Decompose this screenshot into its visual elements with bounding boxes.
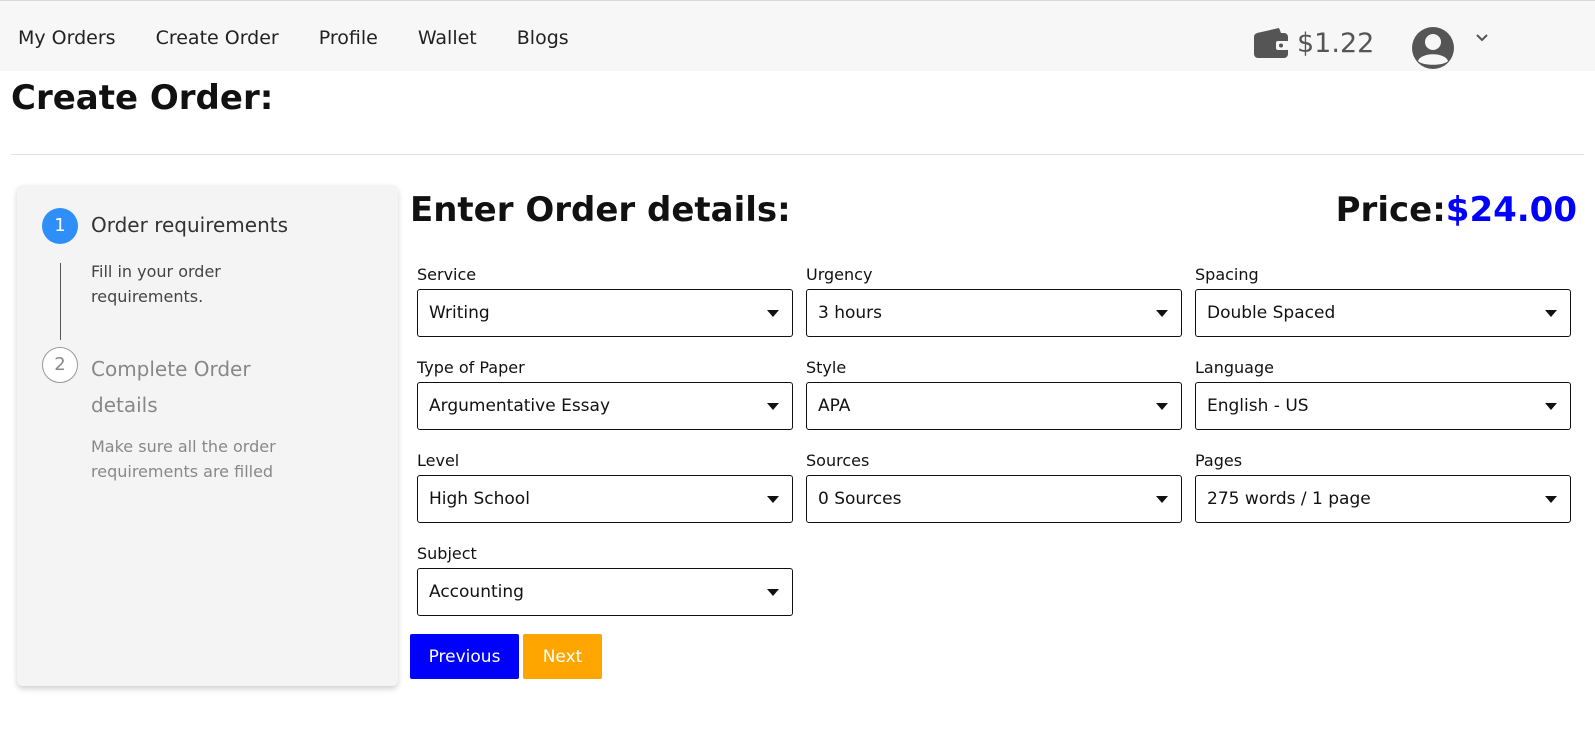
level-value: High School bbox=[429, 489, 530, 509]
step-1-indicator: 1 bbox=[42, 208, 78, 244]
urgency-label: Urgency bbox=[806, 265, 873, 284]
step-1-description: Fill in your order requirements. bbox=[91, 262, 221, 306]
main-nav: My Orders Create Order Profile Wallet Bl… bbox=[18, 27, 609, 49]
subject-field: Subject Accounting bbox=[417, 542, 793, 616]
service-label: Service bbox=[417, 265, 477, 284]
price-label: Price: bbox=[1335, 190, 1446, 230]
user-avatar-icon[interactable] bbox=[1411, 26, 1455, 70]
form-title: Enter Order details: bbox=[410, 190, 791, 230]
pages-value: 275 words / 1 page bbox=[1207, 489, 1371, 509]
wallet-balance[interactable]: $1.22 bbox=[1253, 27, 1374, 59]
style-field: Style APA bbox=[806, 356, 1182, 430]
caret-down-icon bbox=[767, 403, 779, 410]
subject-select[interactable]: Accounting bbox=[417, 568, 793, 616]
caret-down-icon bbox=[1156, 403, 1168, 410]
spacing-select[interactable]: Double Spaced bbox=[1195, 289, 1571, 337]
paper-type-label: Type of Paper bbox=[417, 358, 525, 377]
style-value: APA bbox=[818, 396, 851, 416]
paper-type-value: Argumentative Essay bbox=[429, 396, 611, 416]
service-value: Writing bbox=[429, 303, 490, 323]
order-stepper: 1 Order requirements Fill in your order … bbox=[17, 185, 398, 686]
language-value: English - US bbox=[1207, 396, 1309, 416]
step-2-description: Make sure all the order requirements are… bbox=[91, 437, 276, 481]
sources-label: Sources bbox=[806, 451, 870, 470]
language-select[interactable]: English - US bbox=[1195, 382, 1571, 430]
subject-label: Subject bbox=[417, 544, 477, 563]
style-label: Style bbox=[806, 358, 847, 377]
price-value: $24.00 bbox=[1445, 190, 1577, 230]
next-button[interactable]: Next bbox=[523, 634, 602, 679]
caret-down-icon bbox=[1545, 310, 1557, 317]
caret-down-icon bbox=[767, 589, 779, 596]
language-label: Language bbox=[1195, 358, 1274, 377]
pages-label: Pages bbox=[1195, 451, 1243, 470]
caret-down-icon bbox=[767, 310, 779, 317]
caret-down-icon bbox=[1156, 310, 1168, 317]
step-2-indicator: 2 bbox=[42, 347, 78, 383]
paper-type-field: Type of Paper Argumentative Essay bbox=[417, 356, 793, 430]
pages-field: Pages 275 words / 1 page bbox=[1195, 449, 1571, 523]
urgency-select[interactable]: 3 hours bbox=[806, 289, 1182, 337]
level-select[interactable]: High School bbox=[417, 475, 793, 523]
sources-value: 0 Sources bbox=[818, 489, 902, 509]
previous-button[interactable]: Previous bbox=[410, 634, 519, 679]
subject-value: Accounting bbox=[429, 582, 524, 602]
style-select[interactable]: APA bbox=[806, 382, 1182, 430]
step-2-title: Complete Order details bbox=[91, 357, 251, 417]
sources-select[interactable]: 0 Sources bbox=[806, 475, 1182, 523]
nav-profile[interactable]: Profile bbox=[319, 27, 378, 49]
nav-create-order[interactable]: Create Order bbox=[156, 27, 279, 49]
paper-type-select[interactable]: Argumentative Essay bbox=[417, 382, 793, 430]
wallet-icon bbox=[1254, 28, 1289, 58]
nav-wallet[interactable]: Wallet bbox=[418, 27, 477, 49]
pages-select[interactable]: 275 words / 1 page bbox=[1195, 475, 1571, 523]
spacing-label: Spacing bbox=[1195, 265, 1259, 284]
service-field: Service Writing bbox=[417, 263, 793, 337]
level-label: Level bbox=[417, 451, 460, 470]
step-connector bbox=[60, 263, 61, 340]
level-field: Level High School bbox=[417, 449, 793, 523]
top-navbar: My Orders Create Order Profile Wallet Bl… bbox=[0, 0, 1595, 71]
order-price: Price:$24.00 bbox=[1336, 190, 1577, 230]
nav-blogs[interactable]: Blogs bbox=[517, 27, 569, 49]
spacing-field: Spacing Double Spaced bbox=[1195, 263, 1571, 337]
urgency-value: 3 hours bbox=[818, 303, 883, 323]
caret-down-icon bbox=[1545, 496, 1557, 503]
sources-field: Sources 0 Sources bbox=[806, 449, 1182, 523]
header-divider bbox=[11, 154, 1584, 155]
caret-down-icon bbox=[767, 496, 779, 503]
nav-my-orders[interactable]: My Orders bbox=[18, 27, 116, 49]
step-1-title: Order requirements bbox=[91, 213, 289, 237]
caret-down-icon bbox=[1156, 496, 1168, 503]
caret-down-icon bbox=[1545, 403, 1557, 410]
service-select[interactable]: Writing bbox=[417, 289, 793, 337]
wallet-amount: $1.22 bbox=[1297, 27, 1375, 59]
spacing-value: Double Spaced bbox=[1207, 303, 1336, 323]
language-field: Language English - US bbox=[1195, 356, 1571, 430]
page-title: Create Order: bbox=[11, 78, 274, 118]
chevron-down-icon[interactable] bbox=[1473, 29, 1491, 47]
urgency-field: Urgency 3 hours bbox=[806, 263, 1182, 337]
